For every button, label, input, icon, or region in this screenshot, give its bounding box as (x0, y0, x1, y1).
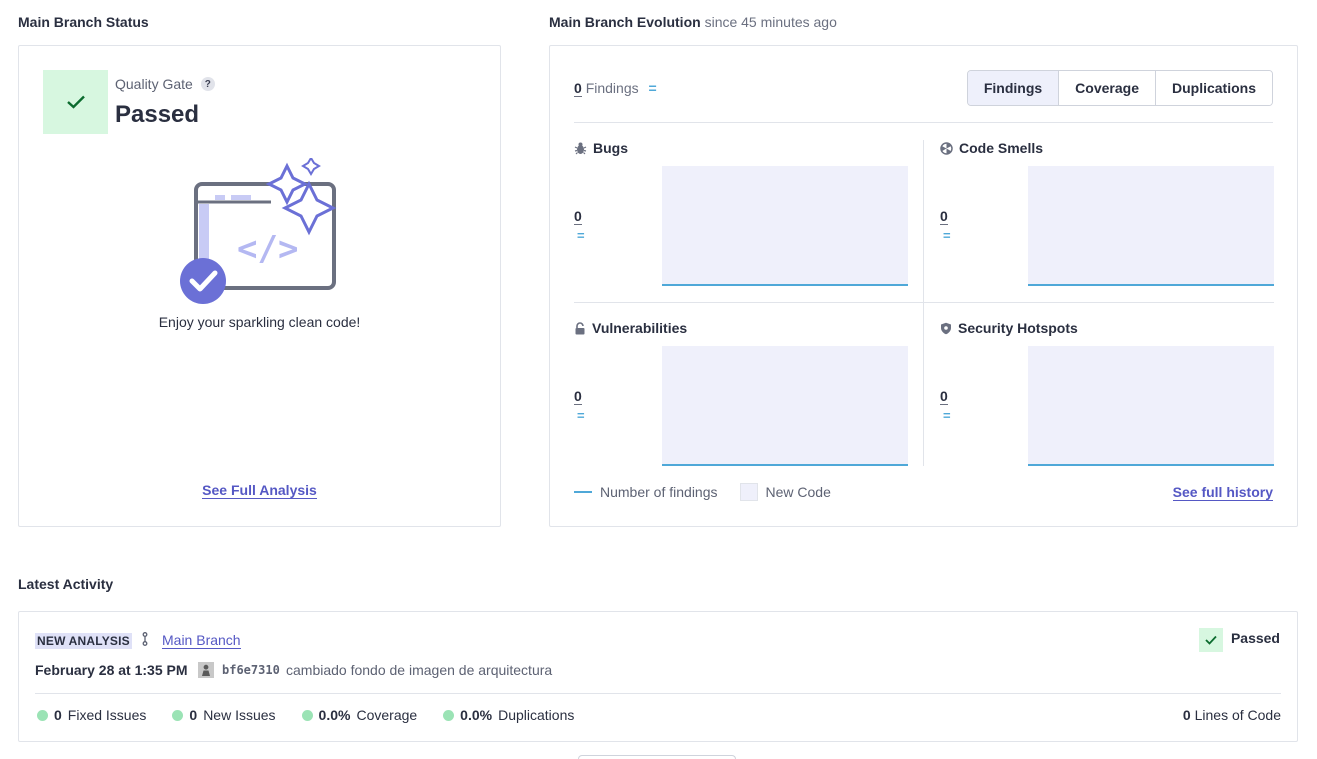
activity-section-title: Latest Activity (18, 576, 113, 592)
metric-value: 0 (189, 707, 198, 723)
legend-new-code-swatch (739, 483, 758, 501)
legend-findings-label: Number of findings (600, 484, 718, 500)
bugs-equal-icon: = (577, 228, 585, 243)
metric-duplications: 0.0% Duplications (443, 707, 574, 723)
shield-icon (941, 322, 951, 334)
quality-gate-label: Quality Gate ? (115, 76, 215, 92)
quality-gate-card: Quality Gate ? Passed </> Enjoy your spa… (18, 45, 501, 527)
scroll-more-button[interactable] (578, 755, 736, 759)
quadrant-vertical-divider (923, 140, 924, 466)
help-icon[interactable]: ? (200, 77, 215, 91)
metric-fixed-issues: 0 Fixed Issues (37, 707, 146, 723)
see-full-history-wrap: See full history (1172, 484, 1273, 501)
chart-legend: Number of findings New Code (574, 483, 831, 501)
metric-label: Coverage (356, 707, 418, 723)
metric-value: 0 (54, 707, 62, 723)
svg-text:</>: </> (237, 229, 298, 269)
status-dot-icon (172, 709, 184, 721)
bugs-quadrant: Bugs 0 = (574, 140, 908, 304)
tab-coverage[interactable]: Coverage (1058, 71, 1155, 105)
quality-gate-badge (43, 70, 108, 134)
latest-activity-card: NEW ANALYSIS Main Branch Passed February… (18, 611, 1298, 742)
code-smells-title: Code Smells (940, 140, 1043, 156)
metric-label: New Issues (203, 707, 276, 723)
activity-pass-badge (1199, 628, 1223, 652)
findings-count: 0 (574, 80, 582, 97)
activity-status: Passed (1230, 630, 1280, 646)
security-hotspots-equal-icon: = (943, 408, 951, 423)
quality-gate-status: Passed (115, 101, 200, 128)
activity-divider (35, 693, 1281, 694)
status-title-text: Main Branch Status (18, 14, 149, 30)
bugs-title-text: Bugs (593, 140, 628, 156)
legend-new-code-label: New Code (765, 484, 831, 500)
security-hotspots-title-text: Security Hotspots (958, 320, 1078, 336)
security-hotspots-value[interactable]: 0 (940, 388, 948, 405)
bugs-title: Bugs (574, 140, 628, 156)
code-smells-quadrant: Code Smells 0 = (940, 140, 1274, 304)
commit-hash[interactable]: bf6e7310 (222, 663, 280, 677)
metric-label: Fixed Issues (67, 707, 147, 723)
activity-metrics: 0 Fixed Issues 0 New Issues 0.0% Coverag… (37, 707, 574, 723)
vulnerabilities-quadrant: Vulnerabilities 0 = (574, 320, 908, 484)
vulnerabilities-equal-icon: = (577, 408, 585, 423)
main-branch-link[interactable]: Main Branch (162, 632, 241, 649)
check-icon (1205, 635, 1217, 645)
status-section-title: Main Branch Status (18, 14, 149, 30)
code-smells-value[interactable]: 0 (940, 208, 948, 225)
lines-of-code-value: 0 (1182, 707, 1191, 723)
security-hotspots-title: Security Hotspots (940, 320, 1078, 336)
code-smells-equal-icon: = (943, 228, 951, 243)
bugs-chart (662, 166, 908, 286)
lock-icon (575, 321, 585, 334)
metric-new-issues: 0 New Issues (172, 707, 276, 723)
evolution-tabs: Findings Coverage Duplications (966, 70, 1273, 106)
findings-label: Findings (585, 80, 639, 96)
check-icon (66, 95, 85, 109)
status-dot-icon (443, 709, 455, 721)
metric-coverage: 0.0% Coverage (301, 707, 418, 723)
legend-line-swatch (574, 491, 592, 493)
evolution-divider (574, 122, 1273, 123)
lines-of-code-label: Lines of Code (1194, 707, 1281, 723)
status-dot-icon (301, 709, 313, 721)
activity-title-text: Latest Activity (18, 576, 114, 592)
commit-message: cambiado fondo de imagen de arquitectura (286, 662, 553, 678)
security-hotspots-quadrant: Security Hotspots 0 = (940, 320, 1274, 484)
vulnerabilities-chart (662, 346, 908, 466)
vulnerabilities-title: Vulnerabilities (574, 320, 687, 336)
lines-of-code: 0 Lines of Code (1183, 707, 1281, 723)
tab-findings[interactable]: Findings (967, 71, 1059, 105)
metric-label: Duplications (498, 707, 575, 723)
findings-total: 0 Findings = (574, 80, 657, 97)
status-dot-icon (37, 709, 48, 721)
bugs-value[interactable]: 0 (574, 208, 582, 225)
evolution-title-text: Main Branch Evolution (549, 14, 701, 30)
evolution-section-title: Main Branch Evolution since 45 minutes a… (549, 14, 837, 30)
avatar (198, 662, 214, 678)
see-full-analysis-link[interactable]: See Full Analysis (202, 482, 317, 499)
equal-icon: = (648, 80, 657, 96)
tab-duplications[interactable]: Duplications (1154, 71, 1272, 105)
enjoy-message: Enjoy your sparkling clean code! (158, 314, 361, 330)
vulnerabilities-value[interactable]: 0 (574, 388, 582, 405)
code-smells-chart (1028, 166, 1274, 286)
code-smells-title-text: Code Smells (959, 140, 1044, 156)
see-full-analysis-wrap: See Full Analysis (19, 482, 500, 499)
branch-evolution-card: 0 Findings = Findings Coverage Duplicati… (549, 45, 1298, 527)
metric-value: 0.0% (460, 707, 493, 723)
see-full-history-link[interactable]: See full history (1172, 484, 1273, 501)
metric-value: 0.0% (318, 707, 351, 723)
clean-code-illustration: </> (180, 158, 337, 304)
vulnerabilities-title-text: Vulnerabilities (592, 320, 688, 336)
bug-icon (574, 142, 587, 154)
security-hotspots-chart (1028, 346, 1274, 466)
analysis-date: February 28 at 1:35 PM (35, 662, 188, 678)
quality-gate-label-text: Quality Gate (115, 76, 193, 92)
branch-icon (141, 632, 149, 649)
code-smell-icon (940, 141, 953, 155)
evolution-since-text: since 45 minutes ago (704, 14, 837, 30)
new-analysis-badge: NEW ANALYSIS (35, 633, 132, 649)
